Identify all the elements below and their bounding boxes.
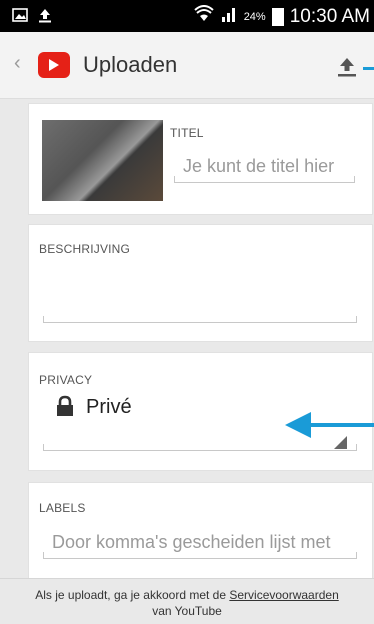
annotation-arrow-tail <box>363 67 374 70</box>
description-input[interactable] <box>43 316 357 323</box>
footer-text-2: van YouTube <box>152 604 222 618</box>
privacy-dropdown-underline <box>43 444 357 451</box>
upload-icon <box>338 58 356 77</box>
labels-input[interactable]: Door komma's gescheiden lijst met <box>52 532 352 553</box>
title-label: TITEL <box>170 126 204 140</box>
title-input[interactable]: Je kunt de titel hier <box>183 156 355 177</box>
description-label: BESCHRIJVING <box>39 242 131 256</box>
battery-icon <box>271 7 284 26</box>
status-bar: 24% 10:30 AM <box>0 0 374 32</box>
page-title: Uploaden <box>83 52 178 77</box>
title-card: TITEL Je kunt de titel hier <box>28 103 373 215</box>
video-thumbnail <box>42 120 163 201</box>
upload-button[interactable] <box>332 52 362 80</box>
terms-link[interactable]: Servicevoorwaarden <box>229 588 338 602</box>
footer-text: Als je uploadt, ga je akkoord met de <box>35 588 230 602</box>
privacy-dropdown[interactable]: Privé <box>86 396 132 419</box>
battery-percent: 24% <box>243 10 266 23</box>
description-card: BESCHRIJVING <box>28 224 373 342</box>
annotation-arrow-icon <box>285 408 374 442</box>
youtube-logo-icon[interactable] <box>38 52 70 78</box>
terms-footer: Als je uploadt, ga je akkoord met de Ser… <box>0 578 374 624</box>
privacy-label: PRIVACY <box>39 373 93 387</box>
title-input-underline <box>174 176 355 183</box>
labels-label: LABELS <box>39 501 86 515</box>
labels-card: LABELS Door komma's gescheiden lijst met <box>28 482 373 584</box>
signal-icon <box>220 5 238 28</box>
lock-icon <box>55 395 75 417</box>
upload-notification-icon <box>38 7 52 28</box>
labels-input-underline <box>43 552 357 559</box>
app-bar: ‹ Uploaden <box>0 32 374 99</box>
gallery-notification-icon <box>12 8 28 27</box>
clock: 10:30 AM <box>289 5 370 27</box>
wifi-icon <box>194 5 214 28</box>
back-chevron-icon[interactable]: ‹ <box>14 52 21 75</box>
